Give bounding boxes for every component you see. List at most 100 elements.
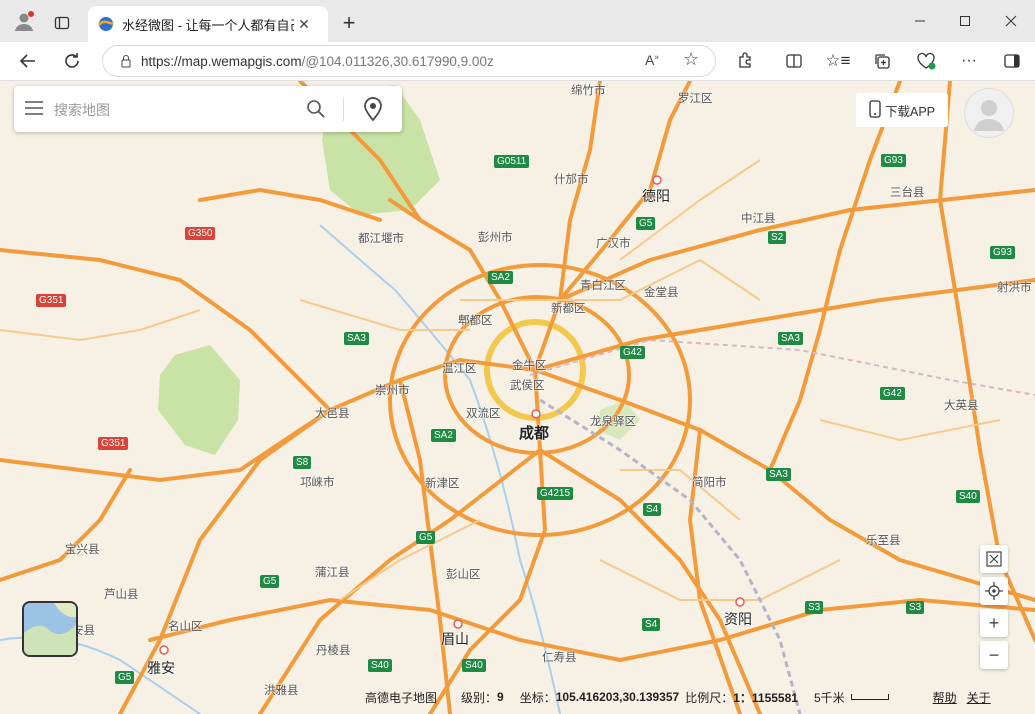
user-icon — [974, 100, 1004, 131]
road-shield: SA3 — [778, 332, 803, 345]
tab-title: 水经微图 - 让每一个人都有自己的 — [122, 17, 294, 33]
minimize-icon[interactable] — [906, 7, 934, 35]
sidebar-toggle-icon[interactable] — [998, 47, 1026, 75]
extensions-icon[interactable] — [731, 47, 759, 75]
map-label: 罗江区 — [678, 93, 713, 105]
split-screen-icon[interactable] — [780, 47, 808, 75]
maximize-icon[interactable] — [951, 7, 979, 35]
search-icon[interactable] — [306, 99, 326, 124]
road-shield: G5 — [260, 575, 280, 588]
zoom-out-button[interactable]: − — [980, 641, 1008, 669]
layer-switch-thumbnail[interactable] — [22, 601, 78, 657]
map-label: 武侯区 — [510, 380, 545, 392]
fullscreen-compare-button[interactable] — [980, 545, 1008, 573]
road-shield: G42 — [620, 346, 645, 359]
map-label: 资阳 — [724, 611, 752, 627]
more-menu-icon[interactable]: ··· — [955, 47, 983, 75]
tab-actions-icon[interactable] — [48, 9, 76, 37]
map-label: 丹棱县 — [316, 645, 351, 657]
download-app-button[interactable]: 下载APP — [856, 93, 948, 127]
site-favicon-icon — [98, 17, 114, 31]
map-label: 新津区 — [425, 478, 460, 490]
map-label: 中江县 — [741, 213, 776, 225]
zoom-in-button[interactable]: + — [980, 609, 1008, 637]
map-label: 名山区 — [168, 621, 203, 633]
refresh-icon[interactable] — [58, 47, 86, 75]
road-shield: G5 — [416, 531, 436, 544]
road-shield: S4 — [643, 503, 662, 516]
map-label: 什邡市 — [554, 174, 589, 186]
locate-me-button[interactable] — [980, 577, 1008, 605]
map-label: 德阳 — [642, 188, 670, 204]
map-canvas[interactable]: 绵竹市 罗江区 德阳 什邡市 中江县 三台县 都江堰市 彭州市 广汉市 青白江区… — [0, 81, 1035, 714]
road-shield: SA3 — [766, 468, 791, 481]
road-shield: SA2 — [431, 429, 456, 442]
map-label: 宝兴县 — [65, 544, 100, 556]
menu-icon[interactable] — [25, 101, 43, 120]
map-label: 大英县 — [944, 400, 979, 412]
road-shield: G93 — [881, 154, 906, 167]
map-label: 射洪市 — [997, 282, 1032, 294]
scale-bar-label: 5千米 — [813, 690, 845, 705]
road-shield: S40 — [956, 490, 980, 503]
read-aloud-icon[interactable]: A» — [645, 52, 659, 68]
road-shield: S8 — [293, 456, 312, 469]
scale-bar — [850, 694, 889, 700]
performance-heart-icon[interactable] — [912, 47, 940, 75]
tab-close-icon[interactable]: ✕ — [294, 16, 314, 33]
help-link[interactable]: 帮助 — [933, 689, 957, 706]
lock-icon — [119, 54, 133, 68]
map-label: 绵竹市 — [571, 85, 606, 97]
address-bar-row: https://map.wemapgis.com/@104.011326,30.… — [0, 42, 1035, 81]
map-label: 双流区 — [466, 408, 501, 420]
road-shield: SA3 — [344, 332, 369, 345]
collections-icon[interactable] — [868, 47, 896, 75]
road-shield: G5 — [115, 671, 135, 684]
road-shield: S40 — [368, 659, 392, 672]
favorites-icon[interactable]: ☆≡ — [824, 47, 852, 75]
road-shield: G4215 — [537, 487, 574, 500]
scale-value: 1：1155581 — [733, 690, 798, 705]
zoom-level-value: 9 — [497, 690, 504, 704]
new-tab-icon[interactable]: + — [335, 9, 363, 37]
favorite-star-icon[interactable]: ☆ — [683, 49, 699, 70]
active-tab[interactable]: 水经微图 - 让每一个人都有自己的 ✕ — [88, 6, 328, 42]
map-label: 乐至县 — [866, 535, 901, 547]
map-label: 金堂县 — [644, 287, 679, 299]
close-window-icon[interactable] — [997, 7, 1025, 35]
map-label: 芦山县 — [104, 589, 139, 601]
scale-label: 比例尺： — [685, 690, 734, 705]
user-avatar[interactable] — [964, 88, 1014, 138]
satellite-layer-icon — [24, 603, 76, 655]
phone-icon — [869, 99, 881, 121]
road-shield: G5 — [636, 217, 656, 230]
map-label: 崇州市 — [375, 385, 410, 397]
map-label: 温江区 — [442, 363, 477, 375]
map-label: 彭山区 — [446, 569, 481, 581]
download-app-label: 下载APP — [884, 104, 935, 119]
location-pin-icon[interactable] — [363, 97, 383, 126]
map-label: 金牛区 — [512, 360, 547, 372]
road-shield: S3 — [906, 601, 925, 614]
map-label: 青白江区 — [580, 280, 626, 292]
road-shield: G0511 — [494, 155, 530, 168]
url-text: https://map.wemapgis.com/@104.011326,30.… — [141, 53, 494, 69]
url-field[interactable]: https://map.wemapgis.com/@104.011326,30.… — [102, 45, 716, 77]
map-label: 都江堰市 — [358, 233, 404, 245]
road-shield: S40 — [462, 659, 486, 672]
road-shield: SA2 — [488, 271, 513, 284]
map-label: 大邑县 — [315, 408, 350, 420]
search-input[interactable] — [52, 99, 296, 121]
crosshair-tool-icon — [986, 551, 1002, 567]
road-shield: G350 — [185, 227, 216, 240]
map-label: 彭州市 — [478, 232, 513, 244]
map-label: 洪雅县 — [264, 685, 299, 697]
back-icon[interactable] — [14, 47, 42, 75]
road-shield: G351 — [98, 437, 129, 450]
profile-icon[interactable] — [10, 7, 38, 35]
zoom-level-label: 级别： — [461, 690, 498, 705]
map-label: 雅安 — [147, 660, 175, 676]
about-link[interactable]: 关于 — [967, 689, 991, 706]
map-label: 仁寿县 — [542, 652, 577, 664]
road-shield: S2 — [768, 231, 787, 244]
